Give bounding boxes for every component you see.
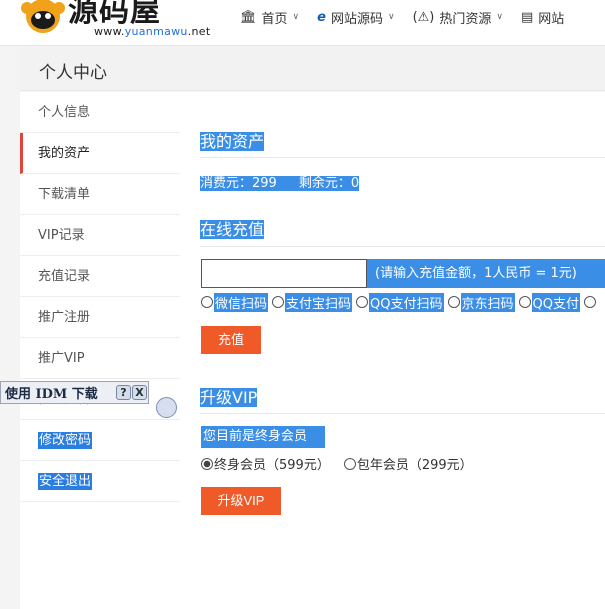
vip-option-label: 包年会员（299元）	[356, 458, 473, 473]
nav-item-site[interactable]: ▤ 网站	[521, 8, 564, 27]
help-icon[interactable]: ?	[116, 385, 131, 400]
sidebar-item-label: VIP记录	[38, 228, 85, 243]
monkey-logo-icon	[21, 0, 65, 33]
close-icon[interactable]: X	[132, 385, 147, 400]
fire-icon: (⚠)	[412, 9, 435, 25]
radio-button[interactable]	[356, 296, 369, 308]
logo-url-tld: .net	[187, 25, 211, 38]
home-icon: 🏛	[240, 9, 257, 25]
sidebar-item-downloads[interactable]: 下载清单	[20, 174, 180, 215]
assets-title: 我的资产	[200, 128, 265, 152]
payment-methods: 微信扫码 支付宝扫码 QQ支付扫码 京东扫码 QQ支付	[201, 292, 597, 312]
radio-button[interactable]	[272, 296, 285, 308]
payment-option-label: 京东扫码	[460, 292, 515, 312]
divider	[200, 157, 605, 158]
sidebar-item-label: 个人信息	[38, 105, 91, 120]
sidebar: 个人信息 我的资产 下载清单 VIP记录 充值记录 推广注册 推广VIP 修改资…	[20, 92, 180, 609]
payment-option-qq-scan[interactable]: QQ支付扫码	[356, 292, 444, 312]
sidebar-item-assets[interactable]: 我的资产	[20, 133, 180, 174]
payment-option-alipay[interactable]: 支付宝扫码	[272, 292, 353, 312]
spent-value: 消费元：299	[200, 176, 277, 191]
recharge-amount-hint: (请输入充值金额，1人民币 = 1元)	[367, 259, 605, 288]
spacer	[276, 176, 299, 191]
page-title-bar: 个人中心	[20, 47, 605, 91]
radio-button[interactable]	[343, 457, 356, 470]
nav-item-home[interactable]: 🏛 首页 ∨	[240, 8, 299, 27]
radio-button[interactable]	[583, 296, 596, 308]
divider	[200, 413, 605, 414]
upgrade-title: 升级VIP	[200, 384, 258, 408]
logo-url-prefix: www.	[94, 25, 125, 38]
page-icon: ▤	[520, 9, 534, 25]
site-logo[interactable]: 源码屋 www.yuanmawu.net	[20, 0, 210, 38]
nav-item-hot[interactable]: (⚠) 热门资源 ∨	[413, 8, 503, 27]
nav-label-home: 首页	[261, 11, 288, 27]
site-header: 源码屋 www.yuanmawu.net 🏛 首页 ∨ e 网站源码 ∨ (⚠)…	[0, 0, 605, 46]
membership-status: 您目前是终身会员	[201, 426, 325, 448]
upgrade-vip-button[interactable]: 升级VIP	[201, 487, 281, 515]
radio-button-checked[interactable]	[201, 457, 213, 470]
chevron-down-icon: ∨	[496, 12, 503, 22]
sidebar-item-label: 修改密码	[38, 432, 93, 449]
sidebar-item-logout[interactable]: 安全退出	[20, 461, 180, 502]
idm-download-panel[interactable]: 使用 IDM 下载 ? X	[0, 381, 149, 404]
chevron-down-icon: ∨	[387, 12, 395, 22]
sidebar-item-label: 下载清单	[38, 187, 91, 202]
sidebar-item-referral-vip[interactable]: 推广VIP	[20, 338, 180, 379]
assets-title-text: 我的资产	[200, 132, 265, 151]
logo-url: www.yuanmawu.net	[94, 25, 210, 38]
balance-value: 剩余元：0	[298, 176, 360, 191]
recharge-title-text: 在线充值	[200, 220, 265, 239]
ie-icon: e	[317, 9, 326, 25]
recharge-amount-input[interactable]	[201, 259, 367, 288]
vip-option-lifetime[interactable]: 终身会员（599元）	[201, 454, 330, 473]
divider	[200, 246, 605, 247]
payment-option-label: 微信扫码	[214, 292, 269, 312]
assets-summary: 消费元：299 剩余元：0	[200, 172, 360, 191]
recharge-title: 在线充值	[200, 216, 265, 240]
main-content: 我的资产 消费元：299 剩余元：0 在线充值 (请输入充值金额，1人民币 = …	[180, 92, 605, 609]
idm-download-label: 使用 IDM 下载	[5, 387, 98, 402]
sidebar-item-change-password[interactable]: 修改密码	[20, 420, 180, 461]
vip-option-label: 终身会员（599元）	[214, 458, 330, 473]
idm-drag-handle[interactable]	[156, 397, 177, 418]
payment-option-label: QQ支付扫码	[369, 292, 444, 312]
sidebar-item-recharge-records[interactable]: 充值记录	[20, 256, 180, 297]
main-nav: 🏛 首页 ∨ e 网站源码 ∨ (⚠) 热门资源 ∨ ▤ 网站	[240, 0, 582, 34]
sidebar-item-profile[interactable]: 个人信息	[20, 92, 180, 133]
vip-options: 终身会员（599元） 包年会员（299元）	[201, 454, 487, 473]
logo-url-domain: yuanmawu	[124, 25, 188, 38]
sidebar-item-referral-register[interactable]: 推广注册	[20, 297, 180, 338]
payment-option-jd[interactable]: 京东扫码	[447, 292, 515, 312]
vip-option-yearly[interactable]: 包年会员（299元）	[343, 454, 473, 473]
radio-button[interactable]	[447, 296, 460, 308]
sidebar-item-label: 推广注册	[38, 310, 91, 325]
radio-button[interactable]	[518, 296, 531, 308]
recharge-button[interactable]: 充值	[201, 326, 261, 354]
page-title: 个人中心	[39, 63, 107, 83]
sidebar-item-vip-records[interactable]: VIP记录	[20, 215, 180, 256]
chevron-down-icon: ∨	[292, 12, 300, 22]
nav-label-source: 网站源码	[330, 11, 383, 27]
payment-option-qq-pay[interactable]: QQ支付	[518, 292, 580, 312]
upgrade-title-text: 升级VIP	[200, 388, 258, 407]
payment-option-label: QQ支付	[531, 292, 580, 312]
sidebar-item-label: 推广VIP	[38, 351, 85, 366]
payment-option-wechat[interactable]: 微信扫码	[201, 292, 269, 312]
sidebar-item-label: 安全退出	[38, 473, 93, 490]
sidebar-item-label: 我的资产	[38, 146, 91, 161]
nav-item-source[interactable]: e 网站源码 ∨	[317, 8, 394, 27]
nav-label-site: 网站	[538, 11, 565, 27]
payment-option-label: 支付宝扫码	[285, 292, 353, 312]
radio-button[interactable]	[201, 296, 213, 308]
sidebar-item-label: 充值记录	[38, 269, 91, 284]
nav-label-hot: 热门资源	[439, 11, 492, 27]
